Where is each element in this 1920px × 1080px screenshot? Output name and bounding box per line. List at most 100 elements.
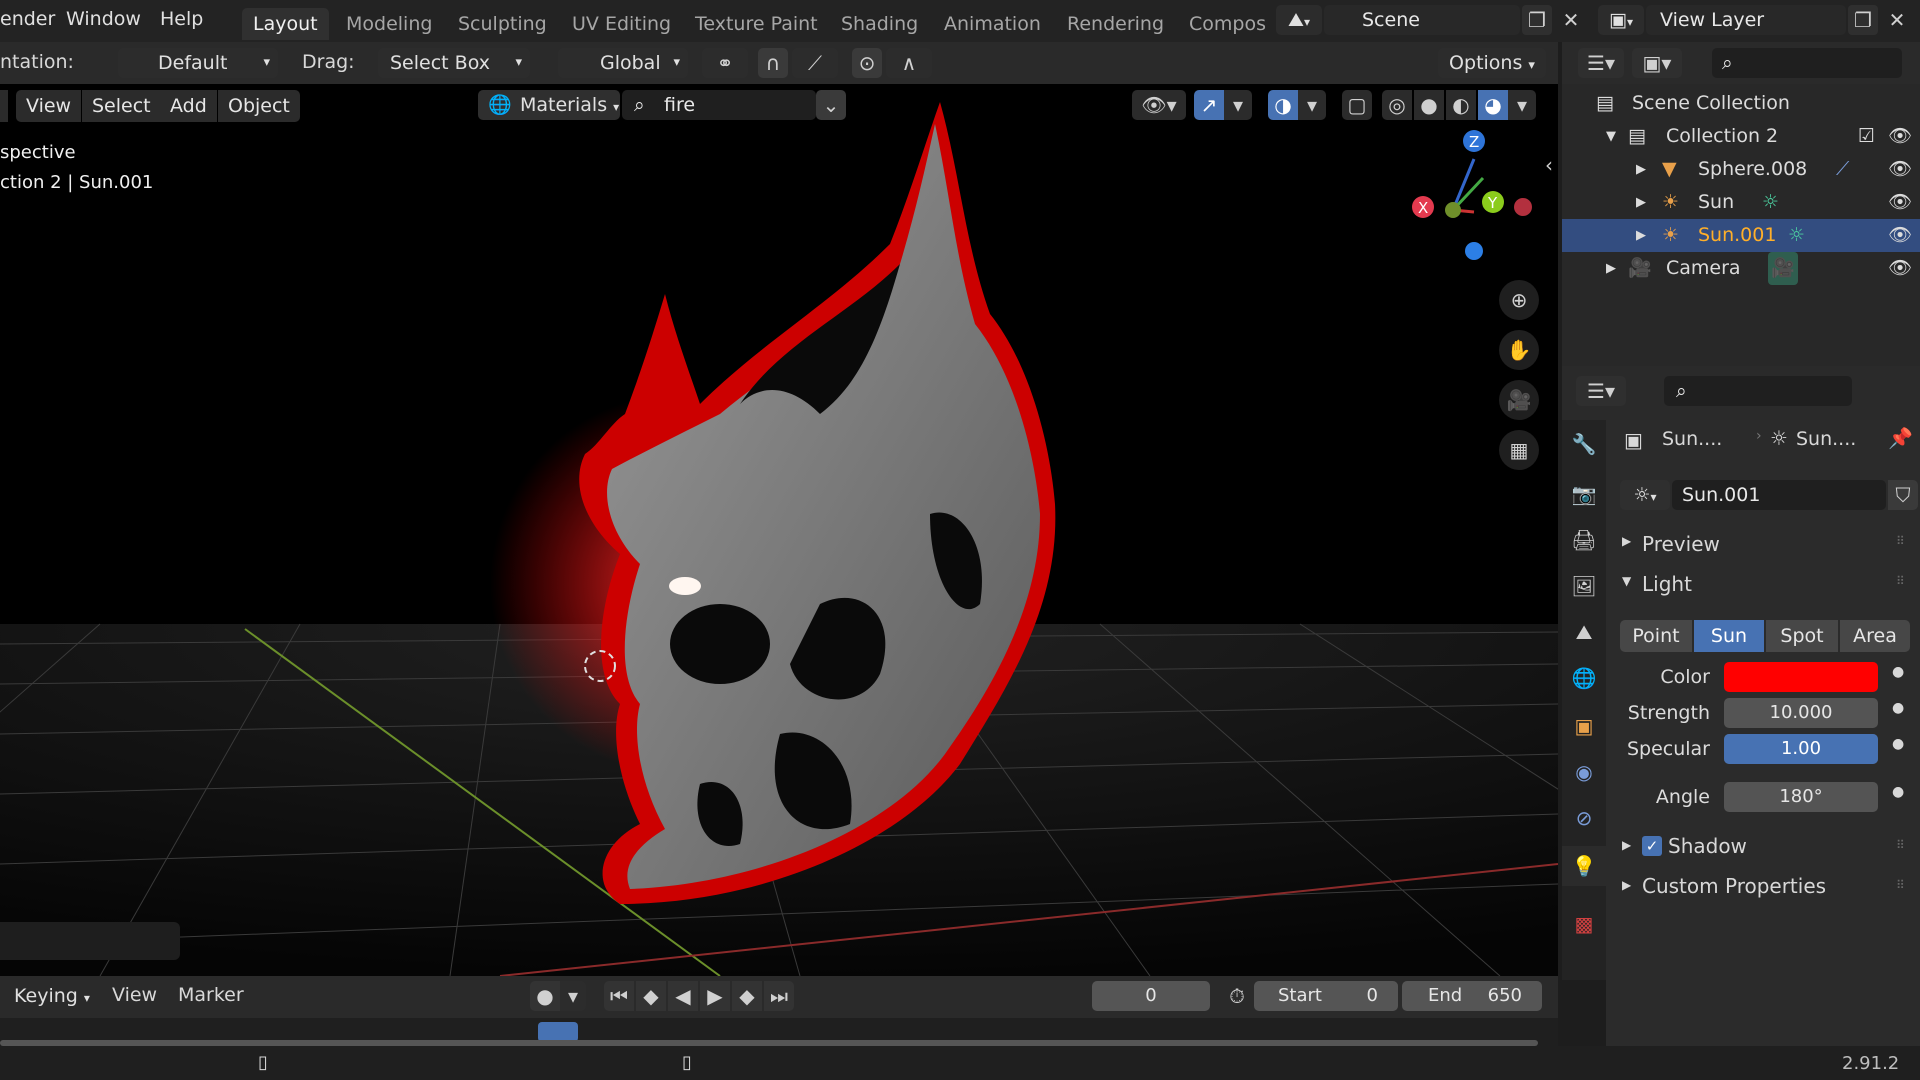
orientation-dropdown[interactable]: Default ▾ — [118, 48, 278, 78]
light-type-point[interactable]: Point — [1620, 620, 1692, 652]
current-frame-field[interactable]: 0 — [1092, 981, 1210, 1011]
expand-arrow-icon[interactable]: ▶ — [1636, 186, 1646, 219]
drag-handle-icon[interactable]: ⠿ — [1896, 878, 1905, 892]
angle-field[interactable]: 180° — [1724, 782, 1878, 812]
menu-select[interactable]: Select — [82, 90, 161, 122]
render-tab-icon[interactable]: 📷 — [1566, 476, 1602, 512]
options-dropdown[interactable]: Options ▾ — [1438, 48, 1546, 78]
play-icon[interactable]: ▶ — [700, 981, 730, 1011]
chevron-down-icon[interactable]: ▾ — [560, 981, 586, 1011]
tab-compositing[interactable]: Compos — [1178, 8, 1275, 40]
overlays-toggle-icon[interactable]: ◑ — [1268, 90, 1298, 120]
chevron-down-icon[interactable]: ▾ — [1298, 90, 1326, 120]
eye-icon[interactable]: 👁 — [1888, 219, 1912, 252]
transform-orientation-dropdown[interactable]: Global ▾ — [558, 48, 688, 78]
tab-modeling[interactable]: Modeling — [335, 8, 443, 40]
expand-arrow-icon[interactable]: ▼ — [1606, 120, 1616, 153]
chevron-down-icon[interactable]: ▾ — [1508, 90, 1536, 120]
tab-sculpting[interactable]: Sculpting — [447, 8, 558, 40]
filter-options-icon[interactable]: ⌄ — [816, 90, 846, 120]
snap-target-icon[interactable]: ⟋ — [792, 48, 838, 78]
navigation-gizmo[interactable]: X Y Z — [1410, 114, 1540, 264]
scene-tab-icon[interactable]: ⛰ — [1566, 614, 1602, 650]
light-data-tab-icon[interactable]: 💡 — [1562, 846, 1606, 886]
tab-shading[interactable]: Shading — [830, 8, 929, 40]
material-search-input[interactable]: ⌕ fire — [622, 90, 816, 120]
strength-field[interactable]: 10.000 — [1724, 698, 1878, 728]
world-tab-icon[interactable]: 🌐 — [1566, 660, 1602, 696]
close-view-layer-icon[interactable]: ✕ — [1882, 5, 1912, 35]
pan-hand-icon[interactable]: ✋ — [1499, 330, 1539, 370]
keyframe-dot-icon[interactable]: ● — [1892, 736, 1904, 752]
tab-rendering[interactable]: Rendering — [1056, 8, 1175, 40]
outliner-item-sun-001[interactable]: ▶ ☀ Sun.001 ☼ 👁 — [1562, 219, 1920, 252]
expand-arrow-icon[interactable]: ▶ — [1636, 153, 1646, 186]
3d-viewport[interactable]: spective ction 2 | Sun.001 X Y Z ⊕ ✋ 🎥 ▦… — [0, 84, 1558, 976]
fake-user-shield-icon[interactable]: ⛉ — [1888, 480, 1918, 510]
shadow-checkbox[interactable]: ✓ — [1642, 836, 1662, 856]
expand-arrow-icon[interactable]: ▶ — [1636, 219, 1646, 252]
ortho-grid-icon[interactable]: ▦ — [1499, 430, 1539, 470]
specular-slider[interactable]: 1.00 — [1724, 734, 1878, 764]
panel-shadow-header[interactable]: ▶ ✓ Shadow ⠿ — [1606, 830, 1920, 866]
light-color-swatch[interactable] — [1724, 662, 1878, 692]
outliner-item-sun[interactable]: ▶ ☀ Sun ☼ 👁 — [1562, 186, 1920, 219]
timeline-menu-view[interactable]: View — [112, 984, 157, 1006]
scene-name-field[interactable]: Scene — [1324, 5, 1520, 35]
chevron-down-icon[interactable]: ▾ — [1224, 90, 1252, 120]
close-scene-icon[interactable]: ✕ — [1556, 5, 1586, 35]
last-operator-panel[interactable] — [0, 922, 180, 960]
keyframe-dot-icon[interactable]: ● — [1892, 784, 1904, 800]
menu-object[interactable]: Object — [218, 90, 300, 122]
record-keyframe-icon[interactable]: ● — [530, 981, 560, 1011]
drag-handle-icon[interactable]: ⠿ — [1896, 534, 1905, 548]
timeline-menu-marker[interactable]: Marker — [178, 984, 244, 1006]
outliner-item-camera[interactable]: ▶ 🎥 Camera 🎥 👁 — [1562, 252, 1920, 285]
menu-render[interactable]: ender — [0, 8, 55, 30]
panel-light-header[interactable]: ▼ Light ⠿ — [1606, 568, 1920, 604]
start-frame-field[interactable]: Start 0 — [1254, 981, 1398, 1011]
snap-toggle-icon[interactable]: ∩ — [758, 48, 788, 78]
solid-shading-icon[interactable]: ● — [1414, 90, 1444, 120]
view-layer-selector-button[interactable]: ▣▾ — [1598, 5, 1644, 35]
tool-tab-icon[interactable]: 🔧 — [1566, 426, 1602, 462]
tab-texture-paint[interactable]: Texture Paint — [684, 8, 829, 40]
menu-help[interactable]: Help — [160, 8, 203, 30]
wireframe-shading-icon[interactable]: ◎ — [1382, 90, 1412, 120]
menu-view[interactable]: View — [16, 90, 82, 122]
properties-editor-type-icon[interactable]: ☰▾ — [1576, 376, 1626, 406]
panel-preview-header[interactable]: ▶ Preview ⠿ — [1606, 528, 1920, 564]
drag-handle-icon[interactable]: ⠿ — [1896, 574, 1905, 588]
editor-type-icon[interactable]: ☰▾ — [1578, 48, 1624, 78]
keyframe-dot-icon[interactable]: ● — [1892, 664, 1904, 680]
jump-start-icon[interactable]: ⏮ — [604, 981, 634, 1011]
next-keyframe-icon[interactable]: ◆ — [732, 981, 762, 1011]
jump-end-icon[interactable]: ⏭ — [764, 981, 794, 1011]
panel-custom-properties-header[interactable]: ▶ Custom Properties ⠿ — [1606, 870, 1920, 906]
view-layer-tab-icon[interactable]: 🖼 — [1566, 568, 1602, 604]
material-filter-dropdown[interactable]: 🌐 Materials ▾ — [478, 90, 620, 120]
light-type-area[interactable]: Area — [1840, 620, 1910, 652]
eye-icon[interactable]: 👁 — [1888, 120, 1912, 153]
zoom-icon[interactable]: ⊕ — [1499, 280, 1539, 320]
view-layer-name-field[interactable]: View Layer — [1646, 5, 1846, 35]
eye-icon[interactable]: 👁 — [1888, 186, 1912, 219]
display-mode-icon[interactable]: ▣▾ — [1632, 48, 1682, 78]
texture-tab-icon[interactable]: ▩ — [1566, 906, 1602, 942]
light-type-spot[interactable]: Spot — [1766, 620, 1838, 652]
keying-menu[interactable]: Keying ▾ — [0, 981, 100, 1011]
drag-handle-icon[interactable]: ⠿ — [1896, 838, 1905, 852]
material-preview-shading-icon[interactable]: ◐ — [1446, 90, 1476, 120]
outliner-item-sphere-008[interactable]: ▶ ▼ Sphere.008 ⟋ 👁 — [1562, 153, 1920, 186]
outliner-item-collection-2[interactable]: ▼ ▤ Collection 2 ☑ 👁 — [1562, 120, 1920, 153]
checkbox-checked-icon[interactable]: ☑ — [1858, 120, 1875, 153]
tab-layout[interactable]: Layout — [242, 8, 329, 40]
eye-icon[interactable]: 👁 — [1888, 252, 1912, 285]
prev-keyframe-icon[interactable]: ◆ — [636, 981, 666, 1011]
xray-toggle-icon[interactable]: ▢ — [1342, 90, 1372, 120]
datablock-browse-button[interactable]: ☼▾ — [1620, 480, 1670, 510]
object-tab-icon[interactable]: ▣ — [1566, 708, 1602, 744]
datablock-name-field[interactable]: Sun.001 — [1672, 480, 1886, 510]
outliner-item-scene-collection[interactable]: ▤ Scene Collection — [1562, 87, 1920, 120]
pivot-point-icon[interactable]: ⚭ — [702, 48, 748, 78]
